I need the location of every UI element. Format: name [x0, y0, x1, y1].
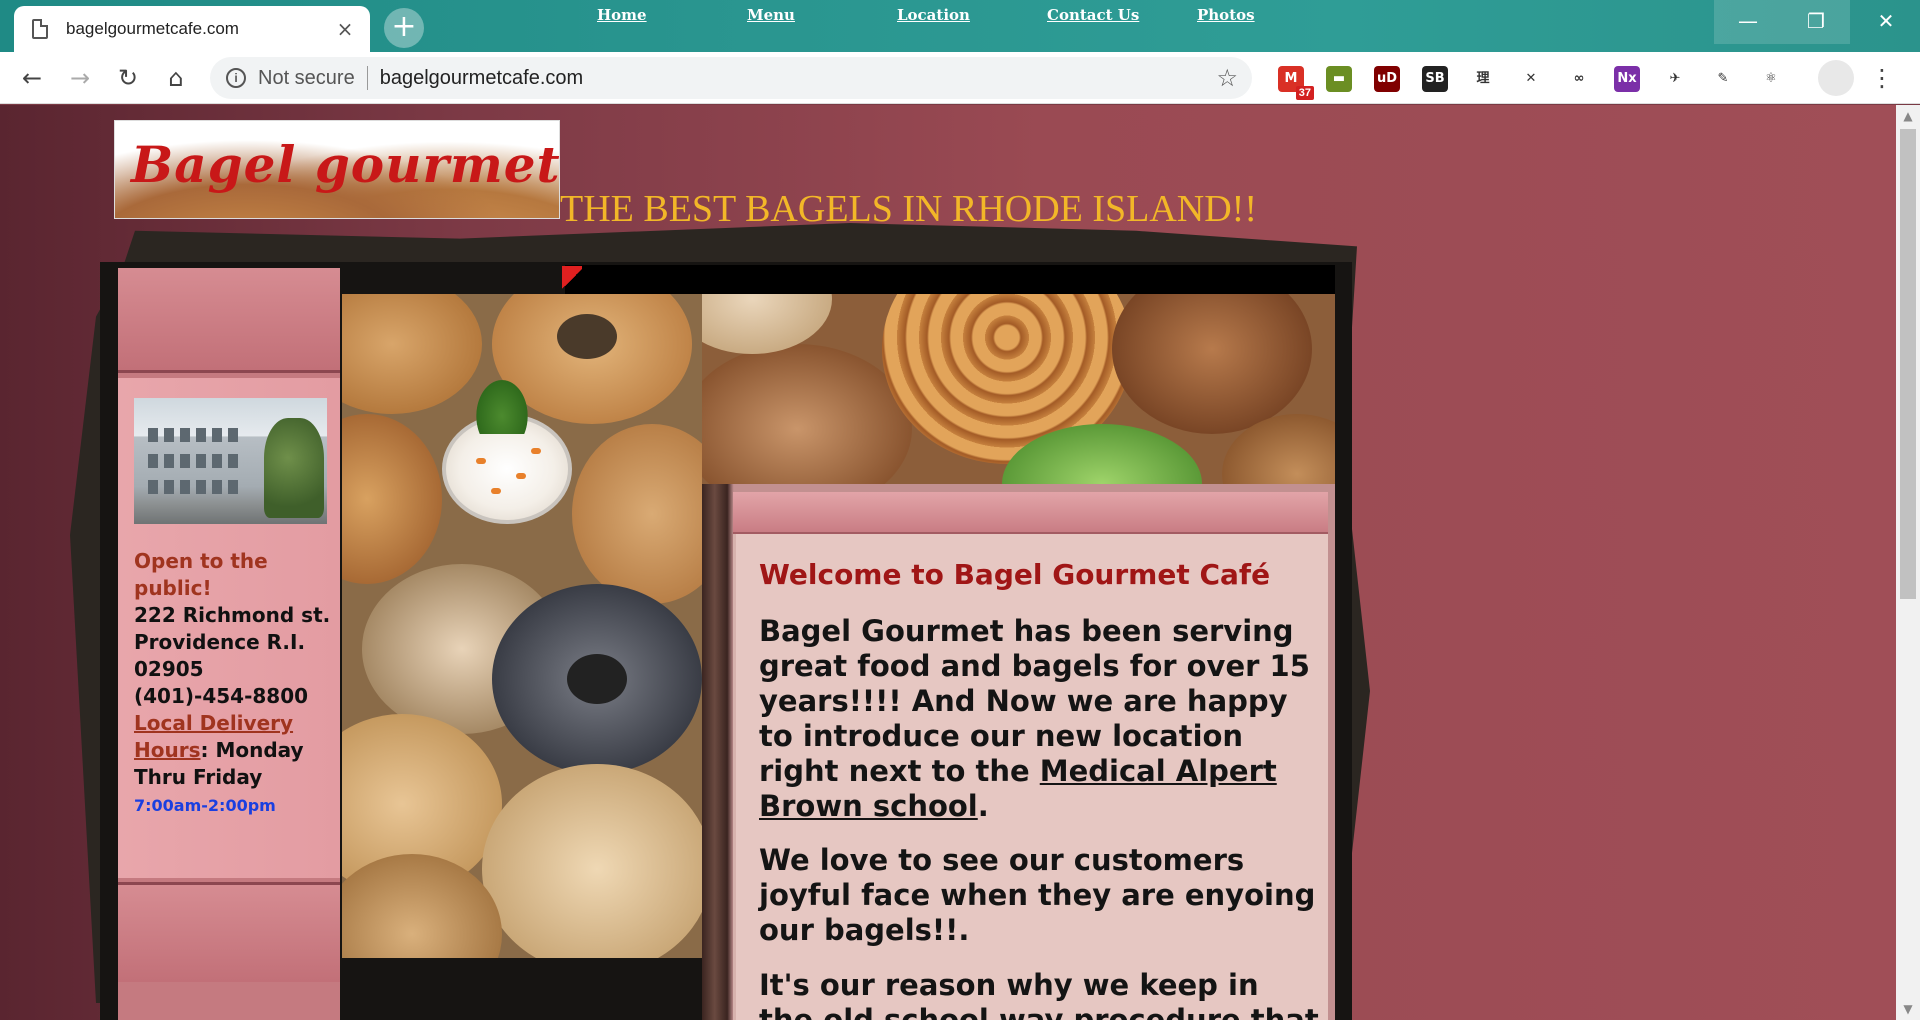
open-to-public-text: Open to the public! [134, 549, 268, 600]
reason-paragraph: It's our reason why we keep in the old s… [759, 968, 1319, 1020]
site-logo[interactable]: Bagel gourmet cafe [114, 120, 560, 219]
react-extension-icon[interactable]: ⚛ [1758, 66, 1784, 92]
nav-location-link[interactable]: Location [897, 6, 970, 24]
sb-extension-icon[interactable]: SB [1422, 66, 1448, 92]
customers-paragraph: We love to see our customers joyful face… [759, 843, 1316, 947]
content-header-bar [733, 492, 1328, 534]
welcome-heading: Welcome to Bagel Gourmet Café [759, 558, 1271, 591]
plane-extension-icon[interactable]: ✈ [1662, 66, 1688, 92]
pen-extension-icon[interactable]: ✎ [1710, 66, 1736, 92]
browser-toolbar: ← → ↻ ⌂ i Not secure bagelgourmetcafe.co… [0, 52, 1920, 104]
menu-icon[interactable]: ⋮ [1862, 58, 1902, 98]
address-bar[interactable]: i Not secure bagelgourmetcafe.com ☆ [210, 57, 1252, 99]
forward-button[interactable]: → [60, 58, 100, 98]
hours-text: 7:00am-2:00pm [134, 796, 276, 815]
page-scrollbar[interactable]: ▲ ▼ [1896, 105, 1920, 1020]
scroll-thumb[interactable] [1900, 129, 1916, 599]
nav-home-link[interactable]: Home [597, 6, 647, 24]
nav-photos-link[interactable]: Photos [1197, 6, 1255, 24]
kanji-extension-icon[interactable]: 理 [1470, 66, 1496, 92]
page-icon [32, 19, 48, 39]
link-extension-icon[interactable]: ∞ [1566, 66, 1592, 92]
profile-avatar[interactable] [1818, 60, 1854, 96]
left-sidebar: Open to the public! 222 Richmond st. Pro… [118, 268, 340, 1020]
onenote-extension-icon[interactable]: Nx [1614, 66, 1640, 92]
new-tab-button[interactable]: + [384, 8, 424, 48]
tab-close-icon[interactable]: × [330, 17, 360, 41]
minimize-button[interactable]: — [1714, 0, 1782, 44]
gmail-extension-icon[interactable]: M 37 [1278, 66, 1314, 100]
sidebar-bottom-panel [118, 882, 340, 982]
ublock-extension-icon[interactable]: uD [1374, 66, 1400, 92]
x-extension-icon[interactable]: ✕ [1518, 66, 1544, 92]
intro-text-end: . [977, 789, 989, 823]
notes-extension-icon[interactable]: ▬ [1326, 66, 1352, 92]
bagels-photo [342, 294, 702, 958]
url-text[interactable]: bagelgourmetcafe.com [380, 67, 1217, 90]
phone-text: (401)-454-8800 [134, 684, 309, 708]
omnibox-divider [366, 66, 368, 90]
intro-paragraph: Bagel Gourmet has been serving great foo… [759, 614, 1319, 824]
scroll-up-arrow-icon[interactable]: ▲ [1896, 105, 1920, 127]
unread-count-badge: 37 [1295, 86, 1314, 100]
basil-garnish [472, 374, 532, 434]
logo-text: Bagel gourmet cafe [131, 135, 560, 194]
contact-info: Open to the public! 222 Richmond st. Pro… [134, 548, 334, 819]
info-icon[interactable]: i [226, 68, 246, 88]
back-button[interactable]: ← [12, 58, 52, 98]
address-text: 222 Richmond st. Providence R.I. 02905 [134, 603, 331, 681]
close-window-button[interactable]: ✕ [1852, 0, 1920, 44]
browser-tab[interactable]: bagelgourmetcafe.com × [14, 6, 370, 52]
restore-button[interactable]: ❐ [1782, 0, 1850, 44]
scroll-down-arrow-icon[interactable]: ▼ [1896, 998, 1920, 1020]
site-nav [565, 265, 1335, 294]
security-label: Not secure [258, 66, 355, 89]
reload-button[interactable]: ↻ [108, 58, 148, 98]
nav-contact-link[interactable]: Contact Us [1047, 6, 1139, 24]
pastries-photo [702, 294, 1335, 484]
bookmark-star-icon[interactable]: ☆ [1216, 64, 1238, 92]
sidebar-top-panel [118, 268, 340, 373]
building-photo [134, 398, 327, 524]
tab-title: bagelgourmetcafe.com [66, 19, 239, 38]
home-button[interactable]: ⌂ [156, 58, 196, 98]
nav-accent [562, 266, 582, 292]
nav-menu-link[interactable]: Menu [747, 6, 795, 24]
tagline: THE BEST BAGELS IN RHODE ISLAND!! [560, 188, 1257, 230]
